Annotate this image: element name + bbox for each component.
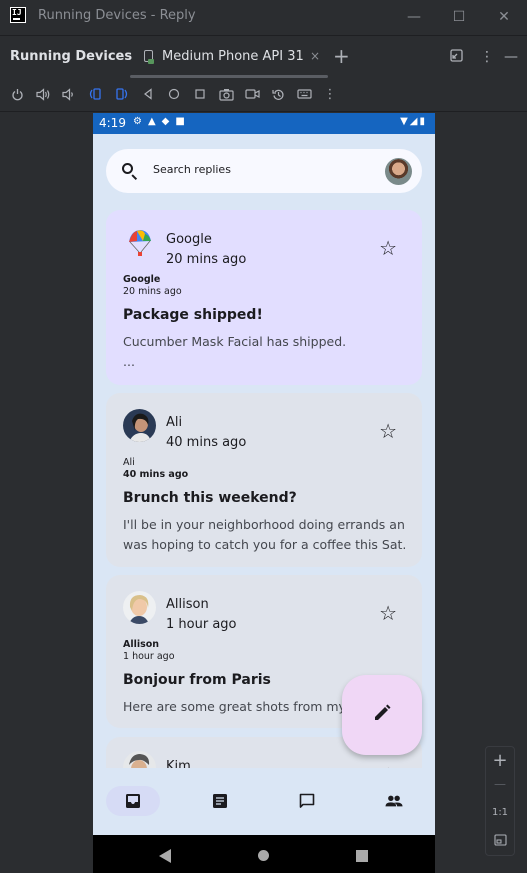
home-icon[interactable]	[258, 850, 269, 861]
email-sender-small: Google	[123, 274, 161, 285]
zoom-in-button[interactable]: +	[486, 750, 514, 771]
more-actions-icon[interactable]: ⋮	[321, 85, 339, 103]
recents-icon[interactable]	[356, 850, 368, 862]
bottom-navigation	[93, 768, 435, 835]
home-button-icon[interactable]	[165, 85, 183, 103]
article-icon	[213, 794, 227, 808]
screenshot-icon[interactable]	[217, 85, 235, 103]
back-button-icon[interactable]	[139, 85, 157, 103]
people-icon	[385, 795, 403, 807]
allison-avatar	[123, 591, 156, 624]
minimize-button[interactable]: —	[403, 6, 425, 28]
email-time: 40 mins ago	[166, 435, 247, 450]
device-toolbar: ⋮	[0, 78, 527, 112]
email-time-small: 1 hour ago	[123, 651, 175, 662]
device-screen[interactable]: 4:19 ⚙▲◆■ ▼◢▮ Search replies Google 20 m…	[93, 113, 435, 873]
screen-record-icon[interactable]	[243, 85, 261, 103]
device-tab[interactable]: Medium Phone API 31 ×	[130, 36, 328, 78]
rotate-right-icon[interactable]	[113, 85, 131, 103]
status-bar: 4:19 ⚙▲◆■ ▼◢▮	[93, 113, 435, 134]
keyboard-icon[interactable]	[295, 85, 313, 103]
hide-panel-icon[interactable]: —	[504, 49, 518, 65]
profile-avatar[interactable]	[385, 158, 412, 185]
nav-groups[interactable]	[367, 786, 421, 816]
status-signal-battery-icons: ▼◢▮	[400, 116, 427, 127]
search-input[interactable]: Search replies	[153, 163, 231, 176]
add-device-button[interactable]: +	[333, 44, 350, 68]
email-subject: Brunch this weekend?	[123, 490, 297, 506]
email-subject: Bonjour from Paris	[123, 672, 271, 688]
email-sender-small: Allison	[123, 639, 160, 650]
maximize-button[interactable]: ☐	[448, 6, 470, 28]
volume-down-icon[interactable]	[59, 85, 77, 103]
tool-window-title: Running Devices	[10, 49, 133, 64]
zoom-actual-size-button[interactable]: 1:1	[486, 807, 514, 818]
email-sender-small: Ali	[123, 457, 135, 468]
overview-button-icon[interactable]	[191, 85, 209, 103]
star-icon[interactable]: ☆	[379, 238, 397, 258]
chat-icon	[299, 793, 315, 808]
device-icon	[144, 50, 154, 64]
email-sender: Allison	[166, 597, 209, 612]
more-options-icon[interactable]: ⋮	[480, 49, 494, 65]
window-title: Running Devices - Reply	[38, 8, 196, 23]
zoom-fit-button[interactable]	[486, 831, 514, 850]
close-window-button[interactable]: ✕	[493, 6, 515, 28]
intellij-logo-icon: IJ	[10, 7, 26, 23]
title-bar: IJ Running Devices - Reply — ☐ ✕	[0, 0, 527, 34]
close-tab-icon[interactable]: ×	[310, 49, 320, 63]
status-notification-icons: ⚙▲◆■	[133, 116, 191, 127]
compose-fab[interactable]	[342, 675, 422, 755]
inbox-icon	[126, 794, 140, 808]
nav-articles[interactable]	[193, 786, 247, 816]
edit-icon	[375, 704, 391, 720]
search-bar[interactable]: Search replies	[106, 149, 422, 193]
search-icon	[122, 163, 133, 174]
email-subject: Package shipped!	[123, 307, 263, 323]
back-icon[interactable]	[159, 849, 171, 863]
email-time-small: 40 mins ago	[123, 469, 189, 480]
rotate-left-icon[interactable]	[86, 85, 104, 103]
email-card[interactable]: Ali 40 mins ago ☆ Ali 40 mins ago Brunch…	[106, 393, 422, 567]
ali-avatar	[123, 409, 156, 442]
status-time: 4:19	[99, 116, 126, 130]
email-body: I'll be in your neighborhood doing erran…	[123, 517, 405, 552]
email-sender: Google	[166, 232, 212, 247]
email-body: Cucumber Mask Facial has shipped. ...	[123, 334, 347, 369]
device-tab-label: Medium Phone API 31	[162, 49, 304, 64]
volume-up-icon[interactable]	[34, 85, 52, 103]
email-card[interactable]: Google 20 mins ago ☆ Google 20 mins ago …	[106, 210, 422, 385]
zoom-controls: + — 1:1	[485, 746, 515, 856]
google-express-avatar	[123, 226, 156, 259]
nav-direct-messages[interactable]	[280, 786, 334, 816]
tool-window-tabbar: Running Devices Medium Phone API 31 × + …	[0, 35, 527, 79]
email-time: 1 hour ago	[166, 617, 237, 632]
nav-inbox[interactable]	[106, 786, 160, 816]
snapshot-icon[interactable]	[269, 85, 287, 103]
star-icon[interactable]: ☆	[379, 603, 397, 623]
pip-window-icon[interactable]	[450, 49, 463, 66]
star-icon[interactable]: ☆	[379, 421, 397, 441]
power-icon[interactable]	[8, 85, 26, 103]
email-sender: Ali	[166, 415, 183, 430]
email-time-small: 20 mins ago	[123, 286, 182, 297]
system-navigation-bar	[93, 835, 435, 873]
zoom-out-button[interactable]: —	[486, 777, 514, 791]
email-time: 20 mins ago	[166, 252, 247, 267]
